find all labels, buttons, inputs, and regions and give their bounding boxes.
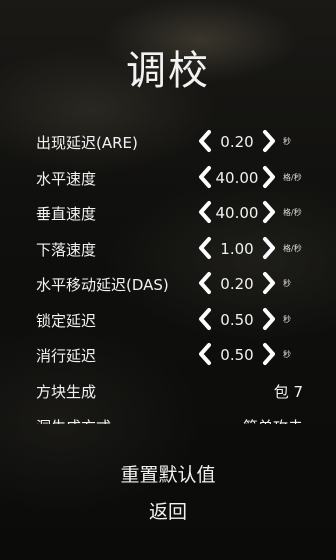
setting-value: 40.00 [215,168,259,187]
chevron-right-icon[interactable] [262,129,276,153]
das-stepper: 0.20 [198,268,276,298]
setting-row-block-generation[interactable]: 方块生成 包 7 [0,373,336,409]
chevron-right-icon[interactable] [262,200,276,224]
setting-value: 0.20 [220,275,254,293]
block-generation-value[interactable]: 包 7 [274,381,303,402]
chevron-left-icon[interactable] [198,307,212,331]
setting-row-fall-speed: 下落速度 1.00 格/秒 [0,231,336,267]
fall-speed-stepper: 1.00 [198,233,276,263]
setting-row-hole-generation[interactable]: 洞生成方式 简单攻击 [0,408,336,424]
back-button[interactable]: 返回 [0,497,336,524]
reset-defaults-button[interactable]: 重置默认值 [0,460,336,487]
chevron-right-icon[interactable] [262,271,276,295]
setting-value: 40.00 [215,204,259,222]
setting-label: 出现延迟(ARE) [36,134,138,152]
setting-row-lock-delay: 锁定延迟 0.50 秒 [0,302,336,338]
page-title: 调校 [126,48,210,94]
setting-unit: 格/秒 [283,208,302,217]
setting-row-das: 水平移动延迟(DAS) 0.20 秒 [0,266,336,302]
chevron-left-icon[interactable] [198,342,212,366]
chevron-left-icon[interactable] [198,236,212,260]
chevron-left-icon[interactable] [198,129,212,153]
chevron-left-icon[interactable] [198,271,212,295]
setting-row-vertical-speed: 垂直速度 40.00 格/秒 [0,195,336,231]
setting-unit: 秒 [283,350,291,359]
setting-row-line-clear-delay: 消行延迟 0.50 秒 [0,337,336,373]
setting-unit: 秒 [283,137,291,146]
setting-label: 水平速度 [36,169,97,188]
line-clear-delay-stepper: 0.50 [198,339,276,369]
setting-row-horizontal-speed: 水平速度 40.00 格/秒 [0,160,336,196]
hole-generation-value[interactable]: 简单攻击 [243,416,303,424]
setting-label: 消行延迟 [36,347,97,365]
setting-row-are: 出现延迟(ARE) 0.20 秒 [0,124,336,160]
setting-value: 0.20 [220,133,254,151]
setting-value: 1.00 [220,239,254,258]
chevron-right-icon[interactable] [262,165,276,189]
setting-unit: 秒 [283,279,291,288]
horizontal-speed-stepper: 40.00 [198,162,276,192]
setting-label: 洞生成方式 [36,416,111,424]
setting-label: 锁定延迟 [36,311,97,330]
chevron-left-icon[interactable] [198,200,212,224]
setting-unit: 格/秒 [283,243,302,253]
vertical-speed-stepper: 40.00 [198,197,276,227]
setting-value: 0.50 [220,310,254,329]
setting-unit: 秒 [283,314,291,324]
chevron-left-icon[interactable] [198,165,212,189]
chevron-right-icon[interactable] [262,307,276,331]
chevron-right-icon[interactable] [262,236,276,260]
lock-delay-stepper: 0.50 [198,304,276,334]
setting-label: 水平移动延迟(DAS) [36,276,169,294]
setting-label: 垂直速度 [36,205,97,223]
are-stepper: 0.20 [198,126,276,156]
setting-label: 方块生成 [36,382,97,401]
setting-value: 0.50 [220,346,254,364]
chevron-right-icon[interactable] [262,342,276,366]
setting-label: 下落速度 [36,240,97,259]
setting-unit: 格/秒 [283,172,302,182]
settings-list[interactable]: 出现延迟(ARE) 0.20 秒 水平速度 40.00 格/秒 垂直速度 40.… [0,124,336,424]
